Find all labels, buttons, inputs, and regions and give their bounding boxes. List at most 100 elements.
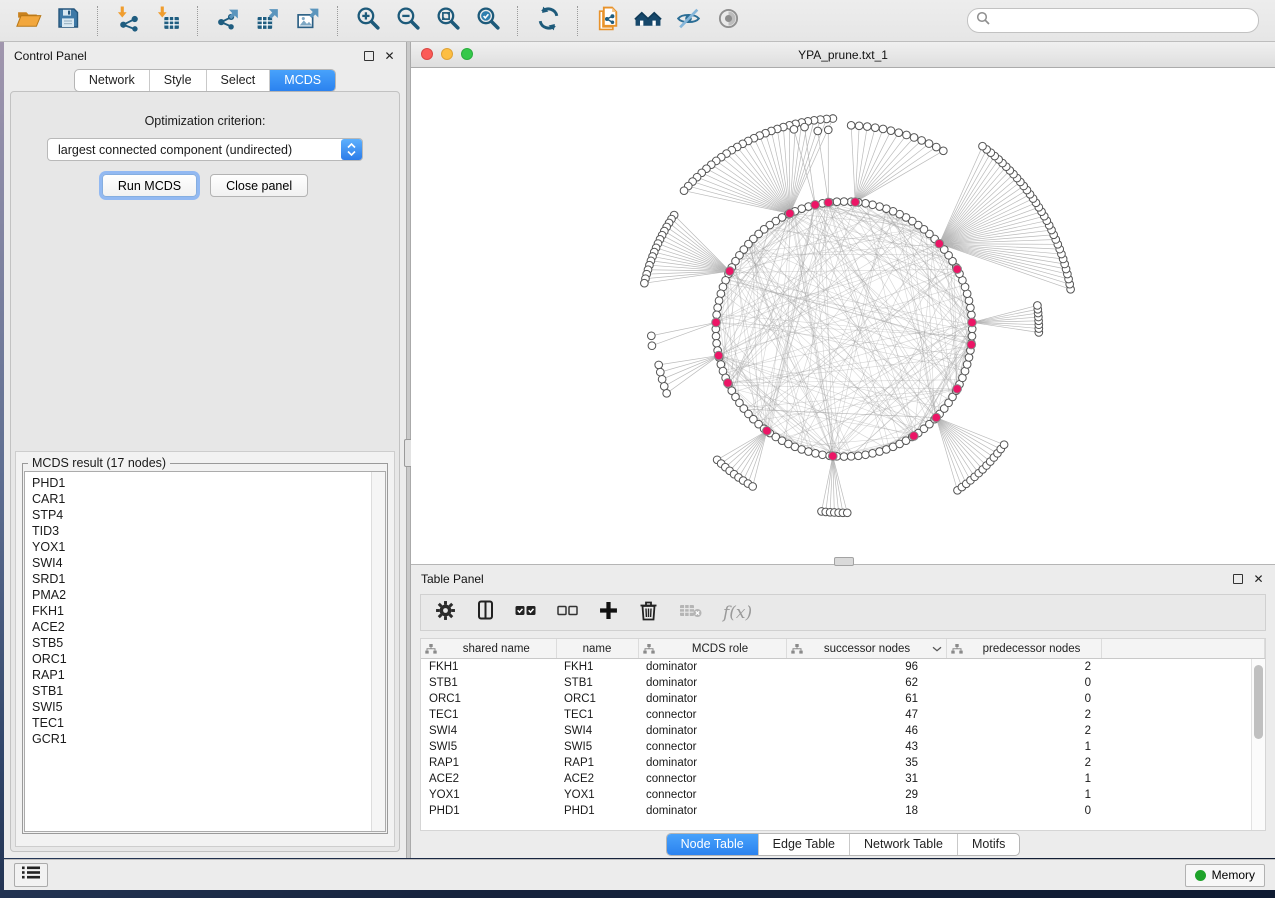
table-cell[interactable]: 43: [786, 739, 946, 755]
table-cell[interactable]: 1: [946, 739, 1101, 755]
save-session-button[interactable]: [51, 4, 85, 38]
table-cell[interactable]: STB1: [421, 675, 556, 691]
column-header-successor-nodes[interactable]: successor nodes: [786, 639, 946, 659]
export-network-button[interactable]: [211, 4, 245, 38]
mcds-result-item[interactable]: YOX1: [32, 539, 385, 555]
mcds-result-item[interactable]: CAR1: [32, 491, 385, 507]
close-window-icon[interactable]: [421, 48, 433, 60]
table-row[interactable]: YOX1YOX1connector291: [421, 787, 1265, 803]
select-all-rows-button[interactable]: [515, 604, 536, 622]
table-cell[interactable]: RAP1: [556, 755, 638, 771]
hide-selected-button[interactable]: [671, 4, 705, 38]
search-input[interactable]: [995, 13, 1250, 29]
table-row[interactable]: FKH1FKH1dominator962: [421, 659, 1265, 676]
zoom-in-button[interactable]: [351, 4, 385, 38]
table-cell[interactable]: 1: [946, 787, 1101, 803]
table-cell[interactable]: TEC1: [556, 707, 638, 723]
table-cell[interactable]: connector: [638, 771, 786, 787]
mcds-result-item[interactable]: STB1: [32, 683, 385, 699]
mcds-result-item[interactable]: ORC1: [32, 651, 385, 667]
table-row[interactable]: ACE2ACE2connector311: [421, 771, 1265, 787]
table-cell[interactable]: connector: [638, 739, 786, 755]
table-cell[interactable]: ACE2: [421, 771, 556, 787]
table-scrollbar[interactable]: [1251, 659, 1265, 830]
refresh-view-button[interactable]: [531, 4, 565, 38]
table-cell[interactable]: 31: [786, 771, 946, 787]
tab-network-table[interactable]: Network Table: [850, 834, 958, 855]
new-network-from-selection-button[interactable]: [591, 4, 625, 38]
table-cell[interactable]: 46: [786, 723, 946, 739]
table-cell[interactable]: YOX1: [556, 787, 638, 803]
export-image-button[interactable]: [291, 4, 325, 38]
table-row[interactable]: SWI5SWI5connector431: [421, 739, 1265, 755]
table-cell[interactable]: connector: [638, 787, 786, 803]
table-cell[interactable]: SWI4: [421, 723, 556, 739]
task-history-button[interactable]: [14, 863, 48, 887]
mcds-result-item[interactable]: SRD1: [32, 571, 385, 587]
table-cell[interactable]: PHD1: [556, 803, 638, 819]
table-cell[interactable]: PHD1: [421, 803, 556, 819]
mcds-result-item[interactable]: SWI5: [32, 699, 385, 715]
zoom-selected-button[interactable]: [471, 4, 505, 38]
table-cell[interactable]: FKH1: [421, 659, 556, 676]
table-cell[interactable]: 29: [786, 787, 946, 803]
column-header-shared-name[interactable]: shared name: [421, 639, 556, 659]
table-cell[interactable]: 2: [946, 723, 1101, 739]
tab-style[interactable]: Style: [150, 70, 207, 91]
table-row[interactable]: SWI4SWI4dominator462: [421, 723, 1265, 739]
table-cell[interactable]: YOX1: [421, 787, 556, 803]
table-row[interactable]: PHD1PHD1dominator180: [421, 803, 1265, 819]
memory-button[interactable]: Memory: [1185, 864, 1265, 887]
tab-select[interactable]: Select: [207, 70, 271, 91]
mcds-result-item[interactable]: TID3: [32, 523, 385, 539]
float-table-panel-button[interactable]: [1231, 572, 1244, 585]
close-panel-button[interactable]: Close panel: [210, 174, 308, 197]
mcds-result-item[interactable]: GCR1: [32, 731, 385, 747]
table-row[interactable]: STB1STB1dominator620: [421, 675, 1265, 691]
tab-node-table[interactable]: Node Table: [667, 834, 759, 855]
column-header-name[interactable]: name: [556, 639, 638, 659]
mcds-result-item[interactable]: TEC1: [32, 715, 385, 731]
add-column-button[interactable]: [599, 601, 618, 625]
import-table-button[interactable]: [151, 4, 185, 38]
table-scrollbar-thumb[interactable]: [1254, 665, 1263, 739]
table-cell[interactable]: 62: [786, 675, 946, 691]
table-cell[interactable]: dominator: [638, 659, 786, 676]
table-cell[interactable]: ORC1: [556, 691, 638, 707]
show-all-button[interactable]: [711, 4, 745, 38]
open-file-button[interactable]: [11, 4, 45, 38]
column-header-mcds-role[interactable]: MCDS role: [638, 639, 786, 659]
mcds-result-item[interactable]: PHD1: [32, 475, 385, 491]
mcds-result-item[interactable]: FKH1: [32, 603, 385, 619]
table-cell[interactable]: dominator: [638, 675, 786, 691]
table-cell[interactable]: 2: [946, 755, 1101, 771]
table-cell[interactable]: 0: [946, 803, 1101, 819]
tab-network[interactable]: Network: [75, 70, 150, 91]
table-settings-button[interactable]: [435, 600, 456, 626]
mcds-result-item[interactable]: ACE2: [32, 619, 385, 635]
function-builder-button[interactable]: f(x): [723, 603, 752, 623]
horizontal-splitter-grip[interactable]: [834, 557, 854, 566]
delete-column-button[interactable]: [639, 600, 658, 626]
optimization-criterion-select[interactable]: largest connected component (undirected): [47, 138, 363, 161]
table-cell[interactable]: 35: [786, 755, 946, 771]
table-cell[interactable]: TEC1: [421, 707, 556, 723]
network-canvas[interactable]: [411, 68, 1275, 564]
search-box[interactable]: [967, 8, 1259, 33]
minimize-window-icon[interactable]: [441, 48, 453, 60]
table-cell[interactable]: 47: [786, 707, 946, 723]
table-cell[interactable]: 2: [946, 659, 1101, 676]
table-cell[interactable]: SWI4: [556, 723, 638, 739]
tab-motifs[interactable]: Motifs: [958, 834, 1019, 855]
mcds-result-item[interactable]: SWI4: [32, 555, 385, 571]
table-cell[interactable]: 18: [786, 803, 946, 819]
zoom-window-icon[interactable]: [461, 48, 473, 60]
table-cell[interactable]: SWI5: [421, 739, 556, 755]
zoom-out-button[interactable]: [391, 4, 425, 38]
import-network-button[interactable]: [111, 4, 145, 38]
table-cell[interactable]: dominator: [638, 691, 786, 707]
table-cell[interactable]: SWI5: [556, 739, 638, 755]
mcds-result-item[interactable]: RAP1: [32, 667, 385, 683]
table-cell[interactable]: connector: [638, 707, 786, 723]
close-panel-icon-button[interactable]: ✕: [383, 49, 396, 62]
